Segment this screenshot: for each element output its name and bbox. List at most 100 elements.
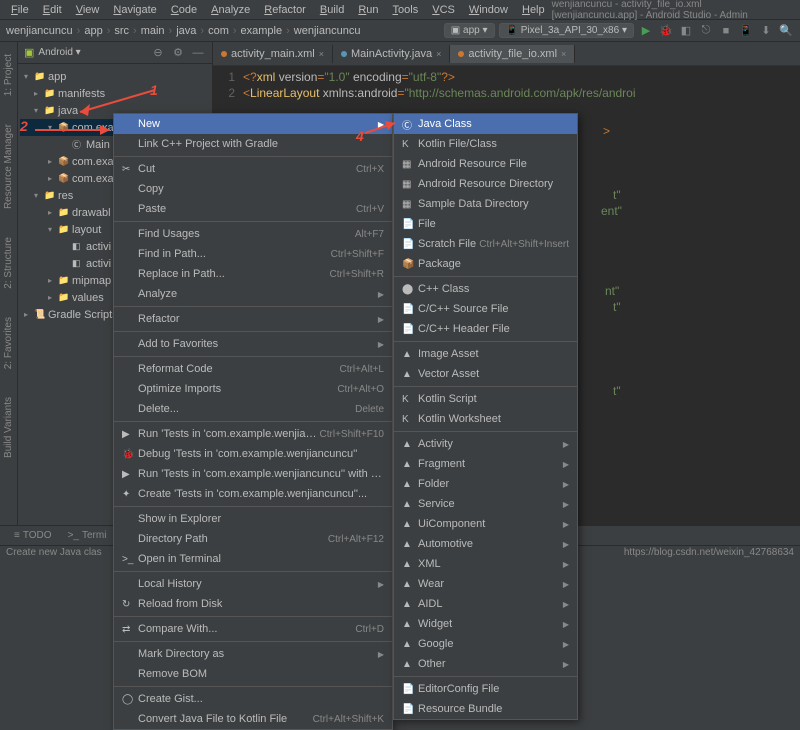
menu-item-run-tests-in-com-example[interactable]: ▶Run 'Tests in 'com.example.wenjiancuncu…	[114, 424, 392, 444]
menu-item-kotlin-file-class[interactable]: KKotlin File/Class	[394, 134, 577, 154]
hide-icon[interactable]: —	[190, 45, 206, 61]
sidebar-tab-project[interactable]: 1: Project	[2, 50, 15, 100]
menu-item-android-resource-file[interactable]: ▦Android Resource File	[394, 154, 577, 174]
menu-analyze[interactable]: Analyze	[204, 2, 257, 18]
menu-item-reload-from-disk[interactable]: ↻Reload from Disk	[114, 594, 392, 614]
todo-tab[interactable]: ≡ TODO	[6, 528, 60, 543]
menu-navigate[interactable]: Navigate	[106, 2, 163, 18]
menu-item-widget[interactable]: ▲Widget▶	[394, 614, 577, 634]
terminal-tab[interactable]: >_ Termi	[60, 528, 115, 543]
breadcrumb-item[interactable]: app	[84, 25, 102, 37]
menu-item-c-class[interactable]: ⬤C++ Class	[394, 279, 577, 299]
tree-node[interactable]: ▾📁app	[20, 68, 210, 85]
sidebar-tab-resource-manager[interactable]: Resource Manager	[2, 120, 15, 213]
menu-item-package[interactable]: 📦Package	[394, 254, 577, 274]
menu-item-c-c-header-file[interactable]: 📄C/C++ Header File	[394, 319, 577, 339]
menu-tools[interactable]: Tools	[386, 2, 426, 18]
menu-item-link-c-project-with-grad[interactable]: Link C++ Project with Gradle	[114, 134, 392, 154]
new-submenu[interactable]: ⒸJava ClassKKotlin File/Class▦Android Re…	[393, 113, 578, 720]
menu-item-run-tests-in-com-example[interactable]: ▶Run 'Tests in 'com.example.wenjiancuncu…	[114, 464, 392, 484]
menu-item-new[interactable]: New▶	[114, 114, 392, 134]
menu-item-java-class[interactable]: ⒸJava Class	[394, 114, 577, 134]
breadcrumb-item[interactable]: src	[114, 25, 129, 37]
collapse-icon[interactable]: ⊖	[150, 45, 166, 61]
menu-item-create-gist-[interactable]: ◯Create Gist...	[114, 689, 392, 709]
menu-window[interactable]: Window	[462, 2, 515, 18]
editor-tab[interactable]: activity_file_io.xml×	[450, 45, 575, 63]
menu-item-remove-bom[interactable]: Remove BOM	[114, 664, 392, 684]
menu-item-activity[interactable]: ▲Activity▶	[394, 434, 577, 454]
menu-item-mark-directory-as[interactable]: Mark Directory as▶	[114, 644, 392, 664]
sidebar-tab-favorites[interactable]: 2: Favorites	[2, 313, 15, 373]
menu-item-optimize-imports[interactable]: Optimize ImportsCtrl+Alt+O	[114, 379, 392, 399]
menu-item-wear[interactable]: ▲Wear▶	[394, 574, 577, 594]
breadcrumb-item[interactable]: main	[141, 25, 165, 37]
menu-item-reformat-code[interactable]: Reformat CodeCtrl+Alt+L	[114, 359, 392, 379]
breadcrumb-item[interactable]: wenjiancuncu	[294, 25, 361, 37]
menu-file[interactable]: File	[4, 2, 36, 18]
gear-icon[interactable]: ⚙	[170, 45, 186, 61]
search-icon[interactable]: 🔍	[778, 23, 794, 39]
debug-icon[interactable]: 🐞	[658, 23, 674, 39]
menu-item-debug-tests-in-com-examp[interactable]: 🐞Debug 'Tests in 'com.example.wenjiancun…	[114, 444, 392, 464]
menu-item-open-in-terminal[interactable]: >_Open in Terminal	[114, 549, 392, 569]
menu-item-local-history[interactable]: Local History▶	[114, 574, 392, 594]
menu-item-image-asset[interactable]: ▲Image Asset	[394, 344, 577, 364]
editor-tab[interactable]: MainActivity.java×	[333, 45, 450, 63]
breadcrumb-item[interactable]: wenjiancuncu	[6, 25, 73, 37]
breadcrumb-item[interactable]: java	[176, 25, 196, 37]
menu-item-file[interactable]: 📄File	[394, 214, 577, 234]
breadcrumb-item[interactable]: com	[208, 25, 229, 37]
menu-item-copy[interactable]: Copy	[114, 179, 392, 199]
menu-item-create-tests-in-com-exam[interactable]: ✦Create 'Tests in 'com.example.wenjiancu…	[114, 484, 392, 504]
menu-item-show-in-explorer[interactable]: Show in Explorer	[114, 509, 392, 529]
context-menu[interactable]: New▶Link C++ Project with Gradle ✂CutCtrl…	[113, 113, 393, 730]
menu-view[interactable]: View	[69, 2, 107, 18]
menu-item-sample-data-directory[interactable]: ▦Sample Data Directory	[394, 194, 577, 214]
menu-item-automotive[interactable]: ▲Automotive▶	[394, 534, 577, 554]
attach-icon[interactable]: ⎋	[698, 23, 714, 39]
menu-item-resource-bundle[interactable]: 📄Resource Bundle	[394, 699, 577, 719]
menu-item-directory-path[interactable]: Directory PathCtrl+Alt+F12	[114, 529, 392, 549]
menu-item-google[interactable]: ▲Google▶	[394, 634, 577, 654]
menu-vcs[interactable]: VCS	[425, 2, 462, 18]
menu-item-kotlin-worksheet[interactable]: KKotlin Worksheet	[394, 409, 577, 429]
menu-code[interactable]: Code	[164, 2, 204, 18]
menu-refactor[interactable]: Refactor	[257, 2, 313, 18]
editor-tab[interactable]: activity_main.xml×	[213, 45, 333, 63]
menu-item-other[interactable]: ▲Other▶	[394, 654, 577, 674]
menu-item-paste[interactable]: PasteCtrl+V	[114, 199, 392, 219]
run-config-app[interactable]: ▣ app ▾	[444, 23, 495, 38]
menu-item-analyze[interactable]: Analyze▶	[114, 284, 392, 304]
run-config-device[interactable]: 📱 Pixel_3a_API_30_x86 ▾	[499, 23, 634, 38]
menu-item-folder[interactable]: ▲Folder▶	[394, 474, 577, 494]
menu-item-refactor[interactable]: Refactor▶	[114, 309, 392, 329]
project-view-selector[interactable]: Android ▾	[38, 47, 80, 58]
menu-item-replace-in-path-[interactable]: Replace in Path...Ctrl+Shift+R	[114, 264, 392, 284]
menu-item-vector-asset[interactable]: ▲Vector Asset	[394, 364, 577, 384]
menu-item-service[interactable]: ▲Service▶	[394, 494, 577, 514]
menu-item-android-resource-directo[interactable]: ▦Android Resource Directory	[394, 174, 577, 194]
menu-help[interactable]: Help	[515, 2, 552, 18]
tree-node[interactable]: ▸📁manifests	[20, 85, 210, 102]
menu-run[interactable]: Run	[351, 2, 385, 18]
menu-item-find-usages[interactable]: Find UsagesAlt+F7	[114, 224, 392, 244]
sidebar-tab-build-variants[interactable]: Build Variants	[2, 393, 15, 462]
stop-icon[interactable]: ■	[718, 23, 734, 39]
run-icon[interactable]: ▶	[638, 23, 654, 39]
menu-edit[interactable]: Edit	[36, 2, 69, 18]
sidebar-tab-structure[interactable]: 2: Structure	[2, 233, 15, 293]
menu-item-xml[interactable]: ▲XML▶	[394, 554, 577, 574]
avd-icon[interactable]: 📱	[738, 23, 754, 39]
profile-icon[interactable]: ◧	[678, 23, 694, 39]
menu-item-aidl[interactable]: ▲AIDL▶	[394, 594, 577, 614]
menu-build[interactable]: Build	[313, 2, 351, 18]
menu-item-compare-with-[interactable]: ⇄Compare With...Ctrl+D	[114, 619, 392, 639]
menu-item-uicomponent[interactable]: ▲UiComponent▶	[394, 514, 577, 534]
menu-item-cut[interactable]: ✂CutCtrl+X	[114, 159, 392, 179]
menu-item-delete-[interactable]: Delete...Delete	[114, 399, 392, 419]
menu-item-find-in-path-[interactable]: Find in Path...Ctrl+Shift+F	[114, 244, 392, 264]
menu-item-fragment[interactable]: ▲Fragment▶	[394, 454, 577, 474]
menu-item-kotlin-script[interactable]: KKotlin Script	[394, 389, 577, 409]
breadcrumb-item[interactable]: example	[241, 25, 283, 37]
